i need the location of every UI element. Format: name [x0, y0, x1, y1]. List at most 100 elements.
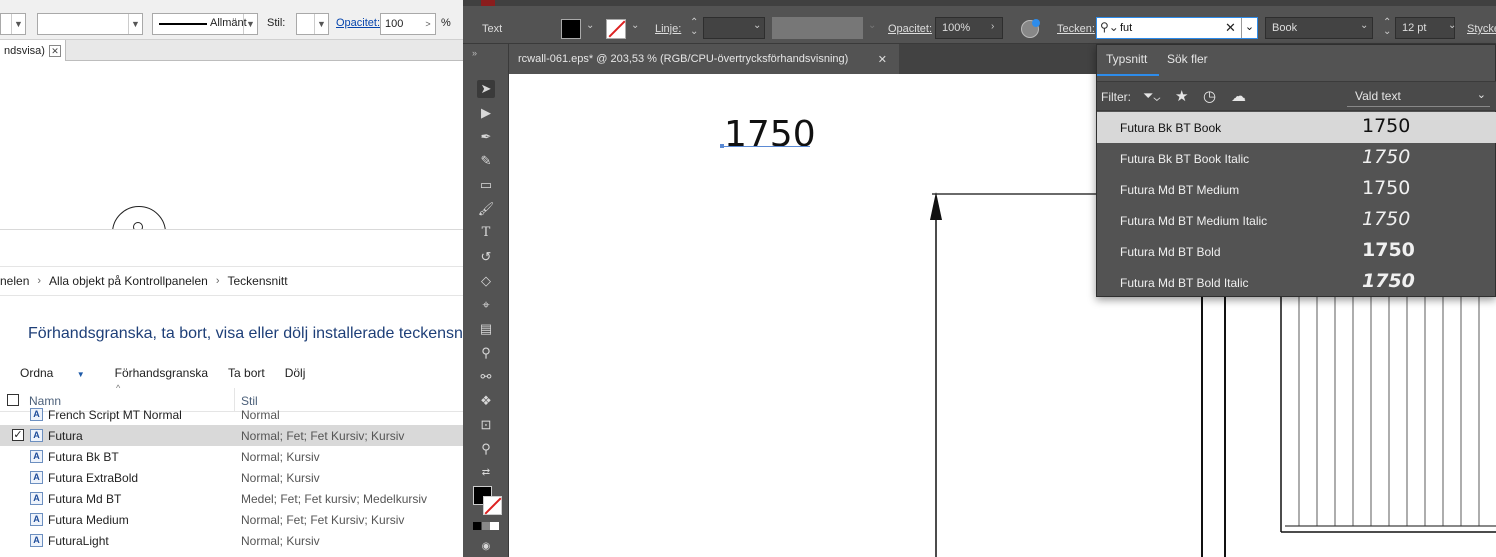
stroke-combo[interactable]: Allmänt ▼ — [152, 13, 258, 35]
table-row[interactable]: A Futura Medium Normal; Fet; Fet Kursiv; K… — [0, 509, 463, 530]
table-row[interactable]: A FuturaLight Normal; Kursiv — [0, 530, 463, 551]
stepper-icon[interactable]: ⌃ ⌄ — [1383, 18, 1391, 37]
fill-combo[interactable]: ▼ — [0, 13, 26, 35]
chevron-down-icon[interactable]: ⌄ — [1448, 20, 1456, 31]
style-combo[interactable]: ▼ — [296, 13, 329, 35]
draw-mode-icon[interactable]: ◉ — [477, 538, 495, 556]
font-name: FuturaLight — [48, 534, 109, 548]
document-tab[interactable]: rcwall-061.eps* @ 203,53 % (RGB/CPU-över… — [509, 44, 899, 74]
font-style: Normal; Fet; Fet Kursiv; Kursiv — [241, 513, 405, 527]
font-file-icon: A — [30, 471, 43, 484]
breadcrumb-item[interactable]: Alla objekt på Kontrollpanelen — [49, 274, 208, 288]
blend-tool-icon[interactable]: ⚯ — [477, 368, 495, 386]
font-dropdown: Typsnitt Sök fler Filter: ⏷⌄ ★ ◷ ☁ Vald … — [1096, 44, 1496, 297]
eyedropper-tool-icon[interactable]: ⚲ — [477, 344, 495, 362]
stroke-color-swatch[interactable] — [483, 496, 502, 515]
activated-cloud-icon[interactable]: ☁ — [1231, 87, 1246, 105]
opacity-label[interactable]: Opacitet: — [888, 23, 932, 35]
breadcrumb-item[interactable]: Teckensnitt — [228, 274, 288, 288]
chevron-down-icon[interactable]: ⌄ — [1241, 18, 1257, 38]
stroke-label: Allmänt — [210, 17, 247, 29]
font-style-select[interactable]: Book — [1265, 17, 1373, 39]
chevron-down-icon: ⌄ — [1476, 89, 1486, 101]
stroke-swatch[interactable] — [606, 19, 626, 39]
tab-typsnitt[interactable]: Typsnitt — [1106, 52, 1147, 66]
paragraph-label[interactable]: Stycke — [1467, 23, 1496, 35]
font-list-item[interactable]: Futura Md BT Medium 1750 — [1097, 174, 1496, 205]
table-row[interactable]: A French Script MT Normal Normal — [0, 404, 463, 425]
brush-tool-icon[interactable]: 🖌 — [477, 200, 495, 218]
row-checkbox[interactable]: ✓ — [12, 429, 24, 441]
selection-tool-icon[interactable]: ➤ — [477, 80, 495, 98]
organize-button[interactable]: Ordna ▼ — [10, 366, 95, 380]
chevron-right-icon: › — [37, 275, 42, 287]
font-list-item[interactable]: Futura Md BT Medium Italic 1750 — [1097, 205, 1496, 236]
symbol-sprayer-tool-icon[interactable]: ❖ — [477, 392, 495, 410]
delete-button[interactable]: Ta bort — [228, 366, 265, 380]
puppet-warp-tool-icon[interactable]: ⌖ — [477, 296, 495, 314]
table-row[interactable]: A Futura ExtraBold Normal; Kursiv — [0, 467, 463, 488]
filter-label: Filter: — [1101, 90, 1131, 104]
font-list-item[interactable]: Futura Md BT Bold 1750 — [1097, 236, 1496, 267]
chevron-down-icon[interactable]: ⌄ — [753, 20, 761, 31]
chevron-right-icon[interactable]: › — [991, 21, 994, 32]
clear-icon[interactable]: ✕ — [1225, 20, 1236, 36]
chevron-down-icon[interactable]: ⌄ — [586, 20, 594, 31]
filter-funnel-icon[interactable]: ⏷⌄ — [1143, 88, 1160, 104]
font-list-item[interactable]: Futura Bk BT Book 1750 — [1097, 112, 1496, 143]
recolor-icon[interactable] — [1021, 19, 1040, 38]
tab-sok-fler[interactable]: Sök fler — [1167, 52, 1208, 66]
rotate-tool-icon[interactable]: ↺ — [477, 248, 495, 266]
breadcrumb-item[interactable]: nelen — [0, 274, 29, 288]
chevron-down-icon[interactable]: ⌄ — [1360, 20, 1368, 31]
fill-swatch[interactable] — [561, 19, 581, 39]
font-label[interactable]: Tecken: — [1057, 23, 1095, 35]
font-size-input[interactable]: 12 pt — [1395, 17, 1455, 39]
collapse-icon[interactable]: » — [472, 48, 477, 58]
variable-width-select[interactable] — [772, 17, 863, 39]
left-document-tab[interactable]: ndsvisa) ✕ — [0, 40, 66, 61]
font-list-item[interactable]: Futura Bk BT Book Italic 1750 — [1097, 143, 1496, 174]
stepper-icon[interactable]: ⌃ ⌄ — [690, 18, 698, 37]
sample-text-select[interactable]: Vald text ⌄ — [1347, 85, 1490, 107]
color-mode-icons[interactable] — [473, 522, 499, 530]
font-item-preview: 1750 — [1362, 270, 1415, 292]
table-row[interactable]: ✓ A Futura Normal; Fet; Fet Kursiv; Kursiv — [0, 425, 463, 446]
font-item-preview: 1750 — [1362, 177, 1411, 199]
eraser-tool-icon[interactable]: ◇ — [477, 272, 495, 290]
table-row[interactable]: A Futura Bk BT Normal; Kursiv — [0, 446, 463, 467]
favorites-star-icon[interactable]: ★ — [1175, 87, 1188, 105]
close-icon[interactable]: ✕ — [48, 44, 61, 57]
zoom-tool-icon[interactable]: ⚲ — [477, 440, 495, 458]
font-item-name: Futura Md BT Medium Italic — [1120, 214, 1268, 228]
hide-button[interactable]: Dölj — [285, 366, 306, 380]
recent-clock-icon[interactable]: ◷ — [1203, 87, 1216, 105]
chevron-down-icon: ▼ — [11, 14, 25, 34]
font-style-value: Book — [1272, 22, 1298, 34]
type-tool-icon[interactable]: T — [477, 224, 495, 242]
preview-button[interactable]: Förhandsgranska — [115, 366, 208, 380]
swap-colors-icon[interactable]: ⇄ — [477, 464, 495, 482]
chevron-down-icon: ▼ — [243, 14, 257, 34]
font-search-input[interactable]: ⚲⌄ fut ✕ ⌄ — [1096, 17, 1258, 39]
close-icon[interactable]: ✕ — [878, 53, 887, 66]
font-combo[interactable]: ▼ — [37, 13, 143, 35]
artboard-tool-icon[interactable]: ⊡ — [477, 416, 495, 434]
rectangle-tool-icon[interactable]: ▭ — [477, 176, 495, 194]
document-tab-title: rcwall-061.eps* @ 203,53 % (RGB/CPU-över… — [518, 53, 849, 65]
chevron-down-icon[interactable]: ⌄ — [631, 20, 639, 31]
pen-tool-icon[interactable]: ✒ — [477, 128, 495, 146]
table-row[interactable]: A Futura Md BT Medel; Fet; Fet kursiv; Med… — [0, 488, 463, 509]
opacity-value: 100 — [385, 18, 404, 30]
chevron-right-icon[interactable]: > — [421, 14, 435, 34]
opacity-label[interactable]: Opacitet: — [336, 17, 380, 29]
opacity-input[interactable]: 100 > — [380, 13, 436, 35]
font-file-icon: A — [30, 408, 43, 421]
left-toolbar: ▼ ▼ Allmänt ▼ Stil: ▼ Opacitet: 100 > % — [0, 0, 463, 40]
font-style: Medel; Fet; Fet kursiv; Medelkursiv — [241, 492, 428, 506]
stroke-label[interactable]: Linje: — [655, 23, 681, 35]
gradient-tool-icon[interactable]: ▤ — [477, 320, 495, 338]
font-list-item[interactable]: Futura Md BT Bold Italic 1750 — [1097, 267, 1496, 298]
direct-selection-tool-icon[interactable]: ▶ — [477, 104, 495, 122]
curvature-tool-icon[interactable]: ✎ — [477, 152, 495, 170]
